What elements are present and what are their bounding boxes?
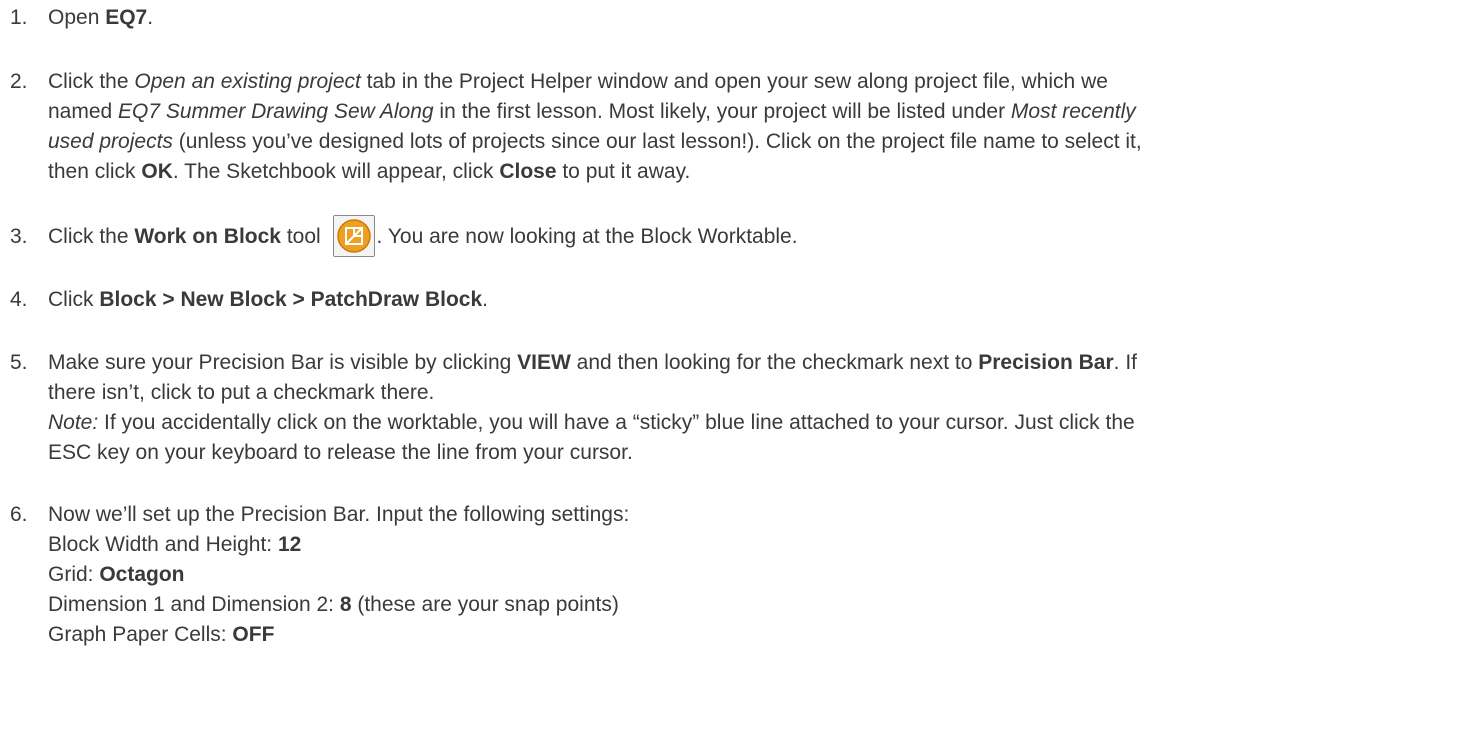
- text-run: (unless you’ve designed lots of projects…: [172, 130, 1142, 153]
- text-run: Make sure your Precision Bar is visible …: [48, 351, 518, 374]
- text-run: (these are your snap points): [351, 593, 619, 616]
- step-number: 6.: [10, 503, 28, 526]
- bold-text: VIEW: [517, 351, 571, 374]
- step-text: Make sure your Precision Bar is visible …: [48, 348, 1450, 468]
- bold-text: Octagon: [99, 563, 185, 586]
- step-text: Now we’ll set up the Precision Bar. Inpu…: [48, 500, 1450, 650]
- step-number: 3.: [10, 225, 28, 248]
- text-line: ESC key on your keyboard to release the …: [48, 438, 1450, 468]
- italic-text: Most recently: [1010, 100, 1136, 123]
- step-number: 5.: [10, 351, 28, 374]
- bold-text: Close: [499, 160, 557, 183]
- text-line: Click the Open an existing project tab i…: [48, 67, 1450, 97]
- text-run: Grid:: [48, 563, 100, 586]
- step-6: 6. Now we’ll set up the Precision Bar. In…: [10, 500, 1450, 650]
- step-1: 1. Open EQ7.: [10, 3, 1450, 33]
- text-run: named: [48, 100, 119, 123]
- text-line: then click OK. The Sketchbook will appea…: [48, 157, 1450, 187]
- text-run: there isn’t, click to put a checkmark th…: [48, 381, 435, 404]
- text-line: Note: If you accidentally click on the w…: [48, 408, 1450, 438]
- text-run: .: [147, 6, 154, 29]
- text-line: Make sure your Precision Bar is visible …: [48, 348, 1450, 378]
- text-line: Dimension 1 and Dimension 2: 8 (these ar…: [48, 590, 1450, 620]
- bold-text: Work on Block: [134, 225, 281, 248]
- step-text: Open EQ7.: [48, 3, 1450, 33]
- text-run: Click the: [48, 225, 135, 248]
- text-run: . The Sketchbook will appear, click: [172, 160, 500, 183]
- bold-text: EQ7: [105, 6, 148, 29]
- text-line: Click Block > New Block > PatchDraw Bloc…: [48, 285, 1450, 315]
- text-run: Open: [48, 6, 106, 29]
- step-text: Click the Open an existing project tab i…: [48, 67, 1450, 187]
- bold-text: Block > New Block > PatchDraw Block: [99, 288, 483, 311]
- text-run: and then looking for the checkmark next …: [570, 351, 979, 374]
- step-number: 4.: [10, 288, 28, 311]
- text-run: . You are now looking at the Block Workt…: [376, 225, 798, 248]
- step-text: Click the Work on Block tool . You are n…: [48, 215, 1450, 258]
- step-3: 3. Click the Work on Block tool . You are…: [10, 215, 1450, 258]
- step-number: 1.: [10, 6, 28, 29]
- text-run: Now we’ll set up the Precision Bar. Inpu…: [48, 503, 630, 526]
- text-run: tool: [281, 225, 327, 248]
- text-run: Block Width and Height:: [48, 533, 278, 556]
- text-run: Click: [48, 288, 100, 311]
- text-run: then click: [48, 160, 142, 183]
- text-line: Click the Work on Block tool . You are n…: [48, 215, 1450, 258]
- text-run: tab in the Project Helper window and ope…: [360, 70, 1108, 93]
- italic-text: Note:: [48, 411, 99, 434]
- text-line: there isn’t, click to put a checkmark th…: [48, 378, 1450, 408]
- text-line: used projects (unless you’ve designed lo…: [48, 127, 1450, 157]
- bold-text: OFF: [232, 623, 275, 646]
- step-5: 5. Make sure your Precision Bar is visibl…: [10, 348, 1450, 468]
- text-line: Graph Paper Cells: OFF: [48, 620, 1450, 650]
- bold-text: 8: [339, 593, 352, 616]
- text-line: Now we’ll set up the Precision Bar. Inpu…: [48, 500, 1450, 530]
- text-run: Dimension 1 and Dimension 2:: [48, 593, 340, 616]
- bold-text: OK: [141, 160, 173, 183]
- italic-text: Open an existing project: [134, 70, 361, 93]
- bold-text: Precision Bar: [978, 351, 1114, 374]
- step-number: 2.: [10, 70, 28, 93]
- text-run: ESC key on your keyboard to release the …: [48, 441, 633, 464]
- text-run: .: [482, 288, 488, 311]
- text-line: Block Width and Height: 12: [48, 530, 1450, 560]
- text-run: Click the: [48, 70, 135, 93]
- text-run: If you accidentally click on the worktab…: [98, 411, 1135, 434]
- text-line: Grid: Octagon: [48, 560, 1450, 590]
- text-run: Graph Paper Cells:: [48, 623, 233, 646]
- step-2: 2. Click the Open an existing project tab…: [10, 67, 1450, 187]
- bold-text: 12: [277, 533, 302, 556]
- instruction-page: 1. Open EQ7. 2. Click the Open an existing…: [0, 0, 1462, 755]
- text-run: in the first lesson. Most likely, your p…: [433, 100, 1011, 123]
- step-4: 4. Click Block > New Block > PatchDraw Bl…: [10, 285, 1450, 315]
- text-run: . If: [1113, 351, 1137, 374]
- text-line: Open EQ7.: [48, 3, 1450, 33]
- work-on-block-icon: [332, 215, 375, 258]
- italic-text: EQ7 Summer Drawing Sew Along: [118, 100, 434, 123]
- step-text: Click Block > New Block > PatchDraw Bloc…: [48, 285, 1450, 315]
- italic-text: used projects: [48, 130, 173, 153]
- text-line: named EQ7 Summer Drawing Sew Along in th…: [48, 97, 1450, 127]
- text-run: to put it away.: [556, 160, 691, 183]
